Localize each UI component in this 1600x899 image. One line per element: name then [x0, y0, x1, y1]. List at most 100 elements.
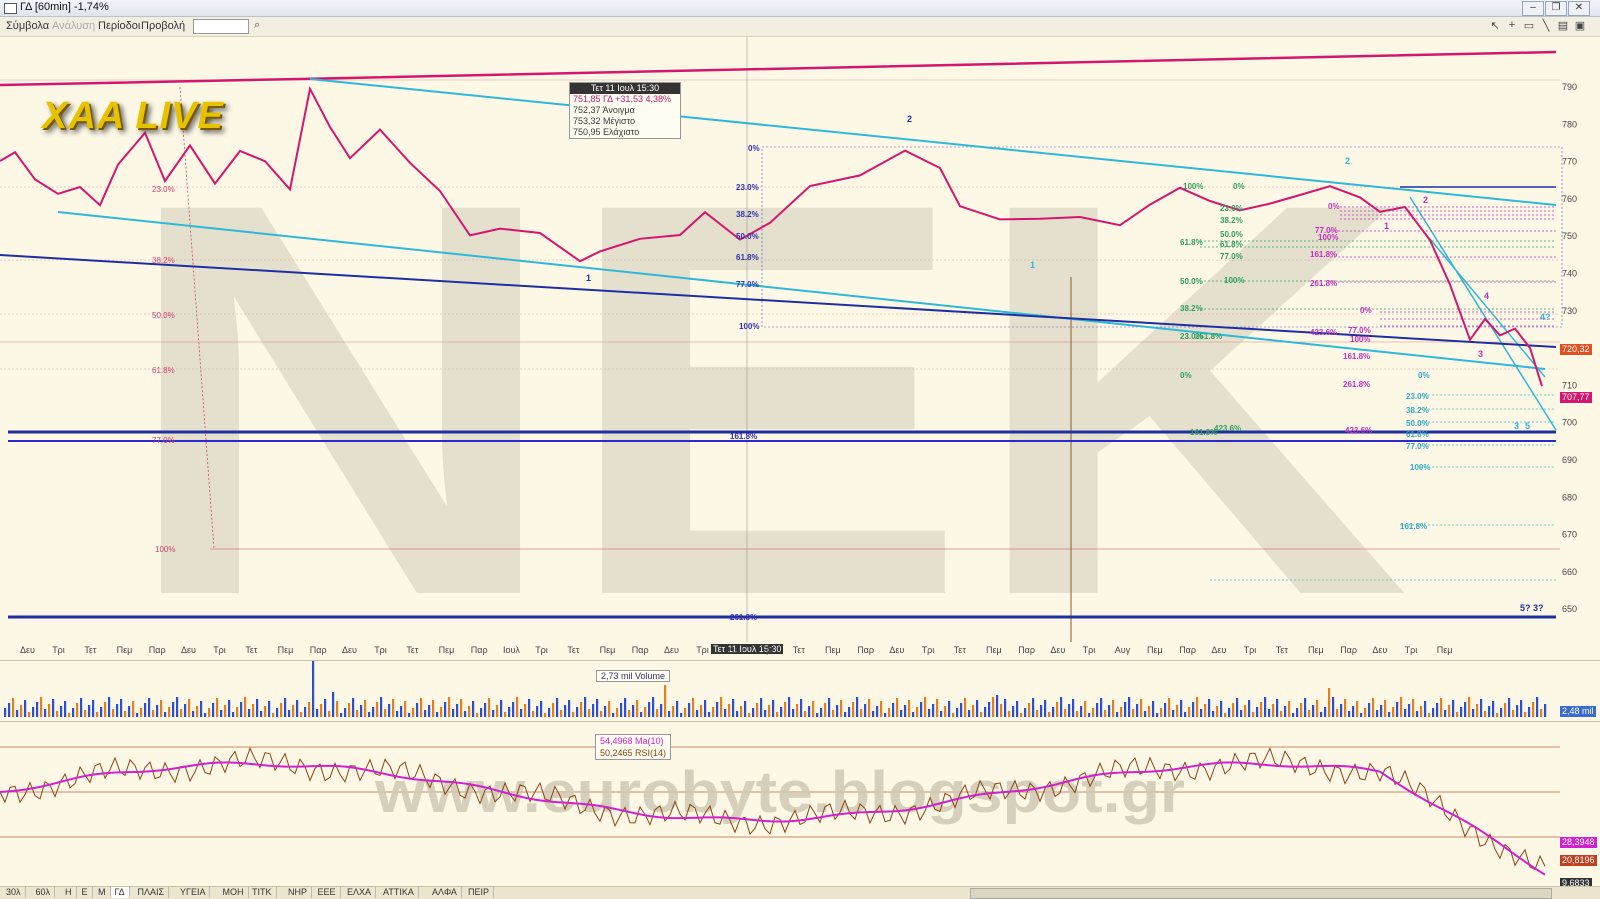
layout-icon[interactable]: ▤: [1556, 19, 1570, 33]
symbol-tab[interactable]: ΕΛΧΑ: [343, 887, 377, 898]
symbol-tab[interactable]: ΝΗΡ: [284, 887, 313, 898]
x-axis-label: Τρι: [760, 645, 774, 655]
price-axis-label: 780: [1562, 119, 1577, 129]
volume-bar: [92, 700, 95, 717]
menu-analysis[interactable]: Ανάλυση: [52, 20, 95, 32]
volume-bar: [432, 700, 435, 717]
volume-bar: [264, 706, 267, 717]
menu-symbols[interactable]: Σύμβολα: [6, 20, 49, 32]
info-box: Τετ 11 Ιουλ 15:30 751,85 ΓΔ +31,53 4,38%…: [569, 82, 681, 139]
volume-bar: [924, 697, 927, 717]
volume-bar: [184, 704, 187, 717]
menu-view[interactable]: Προβολή: [141, 20, 185, 32]
symbol-tab[interactable]: ΓΔ: [110, 887, 130, 898]
volume-bar: [112, 709, 115, 717]
volume-bar: [640, 712, 643, 717]
symbol-tab[interactable]: ΑΤΤΙΚΑ: [379, 887, 419, 898]
volume-bar: [528, 699, 531, 717]
fib-green-15: 423.6%: [1214, 424, 1241, 433]
restore-button[interactable]: ❐: [1545, 1, 1567, 16]
volume-bar: [104, 702, 107, 717]
symbol-tab[interactable]: ΜΟΗ: [219, 887, 249, 898]
x-axis-label: Αυγ: [1114, 645, 1131, 655]
symbol-tab[interactable]: Ε: [78, 887, 93, 898]
volume-bar: [344, 708, 347, 717]
save-icon[interactable]: ▣: [1573, 19, 1587, 33]
symbol-tab[interactable]: Η: [61, 887, 77, 898]
volume-bar: [1180, 700, 1183, 717]
volume-bar: [1160, 708, 1163, 717]
fib-green-5: 61.8%: [1220, 240, 1243, 249]
volume-bar: [1168, 698, 1171, 717]
volume-bar: [1392, 707, 1395, 717]
volume-bar: [240, 702, 243, 717]
volume-bar: [1052, 707, 1055, 717]
symbol-input[interactable]: [193, 19, 249, 34]
rectangle-icon[interactable]: ▭: [1522, 19, 1536, 33]
crosshair-icon[interactable]: +: [1505, 19, 1519, 33]
volume-bar: [1508, 698, 1511, 717]
volume-bar: [876, 706, 879, 717]
volume-bar: [1132, 709, 1135, 717]
rsi-panel[interactable]: www.eurobyte.blogspot.gr 60 40: [0, 721, 1600, 882]
volume-bar: [448, 697, 451, 717]
x-axis-label: Τετ: [84, 645, 97, 655]
wave-label-7: 4: [1484, 291, 1489, 301]
fib-mid-0: 0%: [748, 144, 760, 153]
symbol-tab[interactable]: 30λ: [2, 887, 26, 898]
wave-label-11: 5? 3?: [1520, 603, 1544, 613]
symbol-tab[interactable]: 60λ: [32, 887, 56, 898]
fib-green-4: 50.0%: [1220, 230, 1243, 239]
volume-bar: [572, 712, 575, 717]
x-axis-label: Δευ: [664, 645, 679, 655]
volume-bar: [944, 706, 947, 717]
volume-bar: [72, 708, 75, 717]
volume-bar: [388, 704, 391, 717]
volume-bar: [228, 700, 231, 717]
symbol-tab[interactable]: Μ: [94, 887, 111, 898]
volume-bar: [300, 712, 303, 717]
line-tool-icon[interactable]: ╲: [1539, 19, 1553, 33]
volume-bar: [952, 713, 955, 717]
symbol-tab[interactable]: ΠΕΙΡ: [464, 887, 495, 898]
price-axis-label: 710: [1562, 380, 1577, 390]
x-axis: Τετ 11 Ιουλ 15:30 Δευ Τρι Τετ Πεμ Παρ Δευ Τρι Τ…: [0, 644, 1560, 658]
volume-bar: [252, 704, 255, 717]
volume-bar: [1056, 702, 1059, 717]
x-axis-label: Τετ: [406, 645, 419, 655]
volume-panel[interactable]: [0, 659, 1600, 721]
symbol-tab[interactable]: ΕΕΕ: [314, 887, 341, 898]
volume-bar: [368, 712, 371, 717]
volume-bar: [456, 704, 459, 717]
volume-bar: [936, 699, 939, 717]
symbol-tab[interactable]: ΤΙΤΚ: [248, 887, 277, 898]
minimize-button[interactable]: –: [1522, 1, 1544, 16]
volume-bar: [632, 705, 635, 717]
symbol-tab[interactable]: ΑΛΦΑ: [428, 887, 462, 898]
volume-bar: [12, 698, 15, 717]
volume-bar: [372, 707, 375, 717]
x-axis-label: Παρ: [1018, 645, 1036, 655]
search-icon[interactable]: ⌕: [254, 19, 268, 33]
menu-periods[interactable]: Περίοδοι: [98, 20, 140, 32]
volume-bar: [40, 697, 43, 717]
volume-bar: [1216, 706, 1219, 717]
volume-bar: [520, 709, 523, 717]
cursor-icon[interactable]: ↖: [1488, 19, 1502, 33]
horizontal-scrollbar[interactable]: [970, 888, 1552, 899]
symbol-tab[interactable]: ΥΓΕΙΑ: [176, 887, 211, 898]
volume-bar: [728, 704, 731, 717]
wave-label-10: 4?: [1540, 312, 1551, 322]
close-button[interactable]: ✕: [1568, 1, 1590, 16]
volume-bar: [1516, 705, 1519, 717]
symbol-tab[interactable]: ΠΛΑΙΣ: [134, 887, 170, 898]
volume-bar: [160, 700, 163, 717]
volume-bar: [532, 711, 535, 717]
volume-bar: [1252, 712, 1255, 717]
volume-bar: [1108, 705, 1111, 717]
volume-bar: [1468, 697, 1471, 717]
volume-bar: [212, 703, 215, 717]
volume-bar: [200, 701, 203, 717]
fib-mag-8: 100%: [1350, 335, 1370, 344]
price-chart-panel[interactable]: NEK 23.0% 38.2% 50.0% 61.8% 77.0% 100% 0…: [0, 37, 1600, 712]
